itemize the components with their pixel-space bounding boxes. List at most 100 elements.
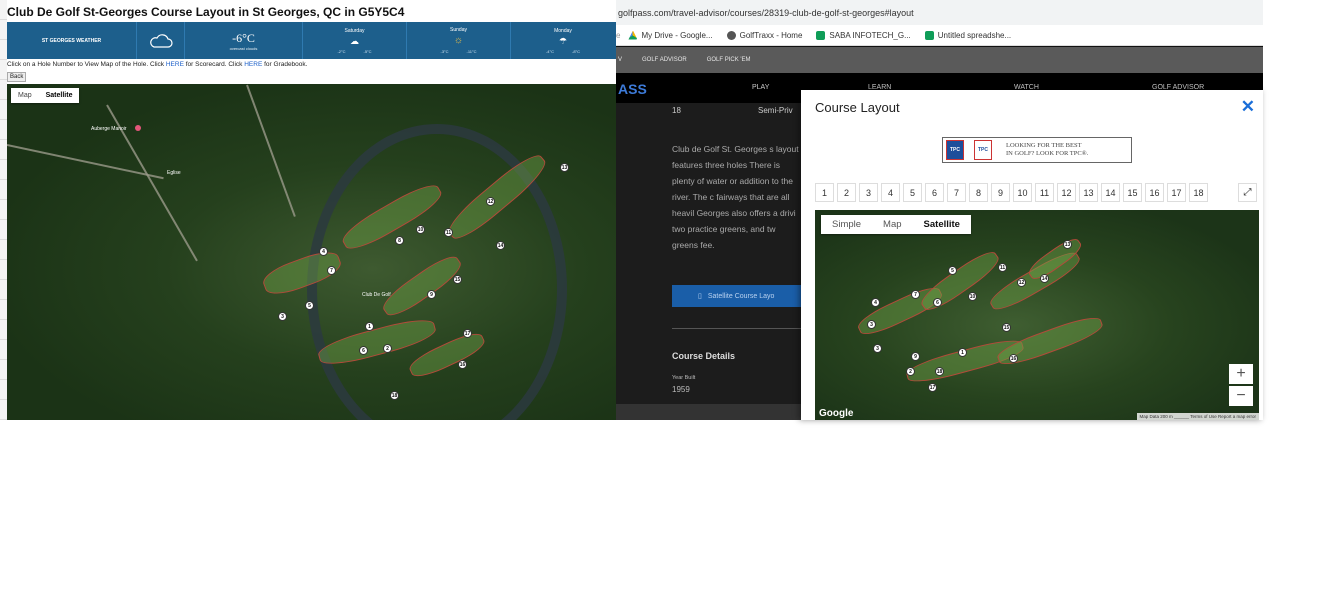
tpc-ad-banner[interactable]: TPC TPC LOOKING FOR THE BEST IN GOLF? LO… — [942, 137, 1132, 163]
hole-marker[interactable]: 10 — [416, 225, 425, 234]
hole-marker[interactable]: 17 — [928, 383, 937, 392]
hole-marker[interactable]: 6 — [933, 298, 942, 307]
close-icon[interactable]: ✕ — [1241, 97, 1255, 117]
map-tab-map[interactable]: Map — [11, 88, 39, 103]
bookmark-saba[interactable]: SABA INFOTECH_G... — [816, 30, 911, 40]
hole-marker[interactable]: 17 — [463, 329, 472, 338]
forecast-day: Saturday ☁ -2°C -5°C — [303, 22, 407, 59]
hole-marker[interactable]: 2 — [383, 344, 392, 353]
map-type-toggle[interactable]: Map Satellite — [11, 88, 80, 103]
hole-marker[interactable]: 4 — [319, 247, 328, 256]
zoom-out-button[interactable]: − — [1229, 386, 1253, 406]
hole-marker[interactable]: 3 — [873, 344, 882, 353]
hole-marker[interactable]: 4 — [871, 298, 880, 307]
hole-marker[interactable]: 3 — [278, 312, 287, 321]
instructions-text: for Gradebook. — [262, 61, 308, 68]
weather-widget[interactable]: ST GEORGES WEATHER -6°C overcast clouds … — [7, 22, 616, 59]
bookmarks-bar: e My Drive - Google... GolfTraxx - Home … — [616, 25, 1263, 46]
map-tab-map[interactable]: Map — [872, 215, 912, 234]
hole-button[interactable]: 17 — [1167, 183, 1186, 202]
hole-marker[interactable]: 1 — [958, 348, 967, 357]
map-tab-simple[interactable]: Simple — [821, 215, 872, 234]
bookmark-golftraxx[interactable]: GolfTraxx - Home — [726, 30, 802, 40]
hole-marker[interactable]: 1 — [365, 322, 374, 331]
hole-button[interactable]: 4 — [881, 183, 900, 202]
drive-icon — [628, 30, 638, 40]
hole-button[interactable]: 6 — [925, 183, 944, 202]
hole-selector: 1 2 3 4 5 6 7 8 9 10 11 12 13 14 15 16 1… — [815, 183, 1208, 202]
hole-marker[interactable]: 11 — [444, 228, 453, 237]
access-type: Semi-Priv — [758, 106, 793, 115]
modal-satellite-map[interactable]: 4 3 3 7 6 5 10 11 12 14 13 15 16 9 1 2 1… — [815, 210, 1259, 420]
satellite-layout-button[interactable]: ▯ Satellite Course Layo — [672, 285, 802, 307]
hole-marker[interactable]: 10 — [968, 292, 977, 301]
forecast-high: -2°C — [337, 48, 346, 54]
hole-button[interactable]: 10 — [1013, 183, 1032, 202]
hole-marker[interactable]: 5 — [948, 266, 957, 275]
site-nav-item[interactable]: GOLF ADVISOR — [642, 57, 687, 63]
bookmark-overflow-fragment: e — [616, 30, 621, 40]
site-nav-item[interactable]: GOLF PICK 'EM — [707, 57, 751, 63]
map-attribution[interactable]: Map Data 200 m ______ Terms of Use Repor… — [1136, 413, 1259, 420]
hole-marker[interactable]: 2 — [906, 367, 915, 376]
forecast-day: Monday ☂ -4°C -8°C — [511, 22, 615, 59]
hole-marker[interactable]: 13 — [560, 163, 569, 172]
hole-button[interactable]: 12 — [1057, 183, 1076, 202]
hole-marker[interactable]: 9 — [911, 352, 920, 361]
hole-marker[interactable]: 12 — [486, 197, 495, 206]
expand-icon[interactable]: ⤢ — [1238, 183, 1257, 202]
hole-marker[interactable]: 8 — [395, 236, 404, 245]
menu-item-play[interactable]: PLAY — [752, 84, 769, 91]
hole-button[interactable]: 9 — [991, 183, 1010, 202]
hole-marker[interactable]: 16 — [1009, 354, 1018, 363]
hole-button[interactable]: 5 — [903, 183, 922, 202]
site-nav-item[interactable]: V — [618, 57, 622, 63]
hole-button[interactable]: 14 — [1101, 183, 1120, 202]
back-button[interactable]: Back — [7, 72, 27, 82]
hole-marker[interactable]: 11 — [998, 263, 1007, 272]
ad-line: IN GOLF? LOOK FOR TPC®. — [1006, 150, 1089, 157]
hole-button[interactable]: 15 — [1123, 183, 1142, 202]
hole-button[interactable]: 16 — [1145, 183, 1164, 202]
rain-icon: ☂ — [558, 35, 568, 46]
hole-button[interactable]: 2 — [837, 183, 856, 202]
hole-marker[interactable]: 18 — [390, 391, 399, 400]
hole-marker[interactable]: 6 — [359, 346, 368, 355]
hole-marker[interactable]: 7 — [911, 290, 920, 299]
hole-marker[interactable]: 15 — [1002, 323, 1011, 332]
bookmark-label: SABA INFOTECH_G... — [829, 30, 911, 40]
hole-button[interactable]: 3 — [859, 183, 878, 202]
bookmark-drive[interactable]: e My Drive - Google... — [616, 30, 713, 40]
hole-marker[interactable]: 18 — [935, 367, 944, 376]
place-marker-icon[interactable] — [135, 125, 141, 131]
hole-marker[interactable]: 16 — [458, 360, 467, 369]
gradebook-link[interactable]: HERE — [244, 61, 262, 68]
hole-button[interactable]: 11 — [1035, 183, 1054, 202]
divider — [672, 328, 802, 329]
brand-logo-fragment[interactable]: ASS — [618, 81, 647, 97]
year-built-value: 1959 — [672, 385, 690, 394]
scorecard-link[interactable]: HERE — [166, 61, 184, 68]
forecast-day-name: Saturday — [344, 27, 365, 34]
hole-marker[interactable]: 3 — [867, 320, 876, 329]
satellite-map[interactable]: Auberge Manoir Eglise Club De Golf 4 7 5… — [7, 84, 616, 420]
hole-marker[interactable]: 9 — [427, 290, 436, 299]
hole-button[interactable]: 7 — [947, 183, 966, 202]
address-bar[interactable]: golfpass.com/travel-advisor/courses/2831… — [616, 0, 1263, 25]
hole-marker[interactable]: 12 — [1017, 278, 1026, 287]
hole-marker[interactable]: 14 — [1040, 274, 1049, 283]
hole-marker[interactable]: 7 — [327, 266, 336, 275]
hole-button[interactable]: 13 — [1079, 183, 1098, 202]
map-tab-satellite[interactable]: Satellite — [913, 215, 971, 234]
hole-button[interactable]: 18 — [1189, 183, 1208, 202]
map-tab-satellite[interactable]: Satellite — [39, 88, 80, 103]
zoom-in-button[interactable]: + — [1229, 364, 1253, 384]
hole-marker[interactable]: 15 — [453, 275, 462, 284]
hole-marker[interactable]: 5 — [305, 301, 314, 310]
forecast-day-name: Monday — [554, 27, 572, 34]
hole-marker[interactable]: 13 — [1063, 240, 1072, 249]
bookmark-spreadsheet[interactable]: Untitled spreadshe... — [924, 30, 1011, 40]
hole-button[interactable]: 1 — [815, 183, 834, 202]
hole-button[interactable]: 8 — [969, 183, 988, 202]
hole-marker[interactable]: 14 — [496, 241, 505, 250]
